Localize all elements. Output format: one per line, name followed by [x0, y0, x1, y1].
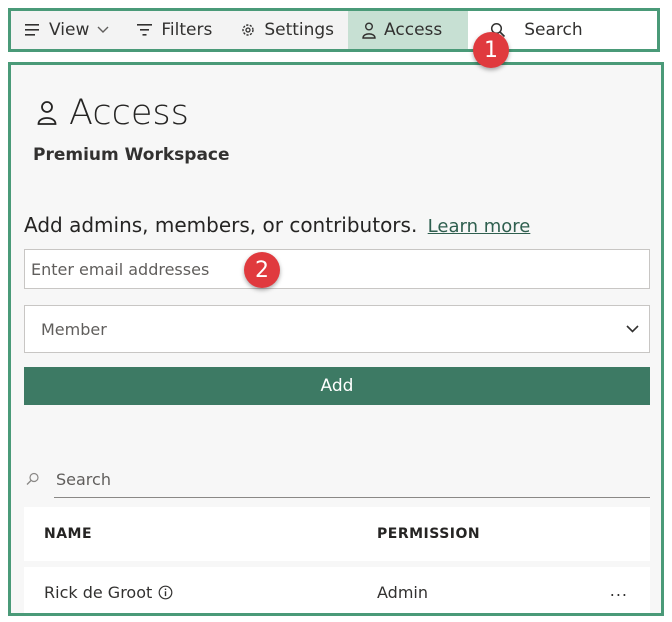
page-title: Access: [37, 93, 189, 133]
hamburger-icon: [25, 24, 39, 36]
members-search-placeholder: Search: [56, 469, 111, 489]
intro-text: Add admins, members, or contributors. Le…: [24, 213, 530, 237]
filters-button[interactable]: Filters: [123, 11, 226, 49]
view-menu[interactable]: View: [11, 11, 123, 49]
callout-badge-1: 1: [473, 32, 509, 68]
info-icon[interactable]: [158, 585, 173, 600]
top-toolbar: View Filters Settings Access Search: [8, 8, 660, 52]
settings-label: Settings: [264, 20, 335, 40]
filter-icon: [137, 24, 153, 36]
gear-icon: [242, 24, 255, 36]
panel-header: Access Premium Workspace: [11, 65, 661, 185]
access-panel: Access Premium Workspace Add admins, mem…: [8, 62, 664, 616]
learn-more-link[interactable]: Learn more: [428, 216, 531, 237]
table-header: NAME PERMISSION: [24, 507, 650, 561]
callout-badge-2: 2: [244, 252, 280, 288]
access-content: Add admins, members, or contributors. Le…: [11, 185, 661, 613]
more-options-button[interactable]: ...: [610, 581, 628, 600]
person-icon: [362, 22, 376, 39]
access-tab-label: Access: [384, 20, 443, 40]
role-dropdown[interactable]: Member: [24, 305, 650, 353]
page-title-text: Access: [69, 93, 189, 133]
chevron-down-icon: [97, 26, 109, 33]
email-input[interactable]: [24, 249, 650, 289]
toolbar-search-label: Search: [524, 20, 583, 40]
intro-label: Add admins, members, or contributors.: [24, 213, 418, 237]
settings-button[interactable]: Settings: [226, 11, 348, 49]
view-menu-label: View: [49, 20, 90, 40]
member-name: Rick de Groot: [44, 583, 173, 602]
members-search-input[interactable]: Search: [54, 461, 650, 498]
person-icon: [37, 101, 57, 125]
filters-label: Filters: [161, 20, 213, 40]
access-tab[interactable]: Access: [348, 11, 469, 49]
workspace-name: Premium Workspace: [33, 145, 230, 165]
chevron-down-icon: [626, 325, 639, 333]
column-header-permission: PERMISSION: [377, 526, 481, 542]
role-selected-value: Member: [41, 319, 107, 339]
table-row[interactable]: Rick de Groot Admin ...: [24, 567, 650, 613]
members-search[interactable]: Search: [24, 461, 650, 498]
add-button[interactable]: Add: [24, 367, 650, 405]
search-icon: [26, 472, 39, 485]
column-header-name: NAME: [44, 526, 93, 542]
member-name-text: Rick de Groot: [44, 583, 153, 602]
member-permission: Admin: [377, 583, 428, 602]
